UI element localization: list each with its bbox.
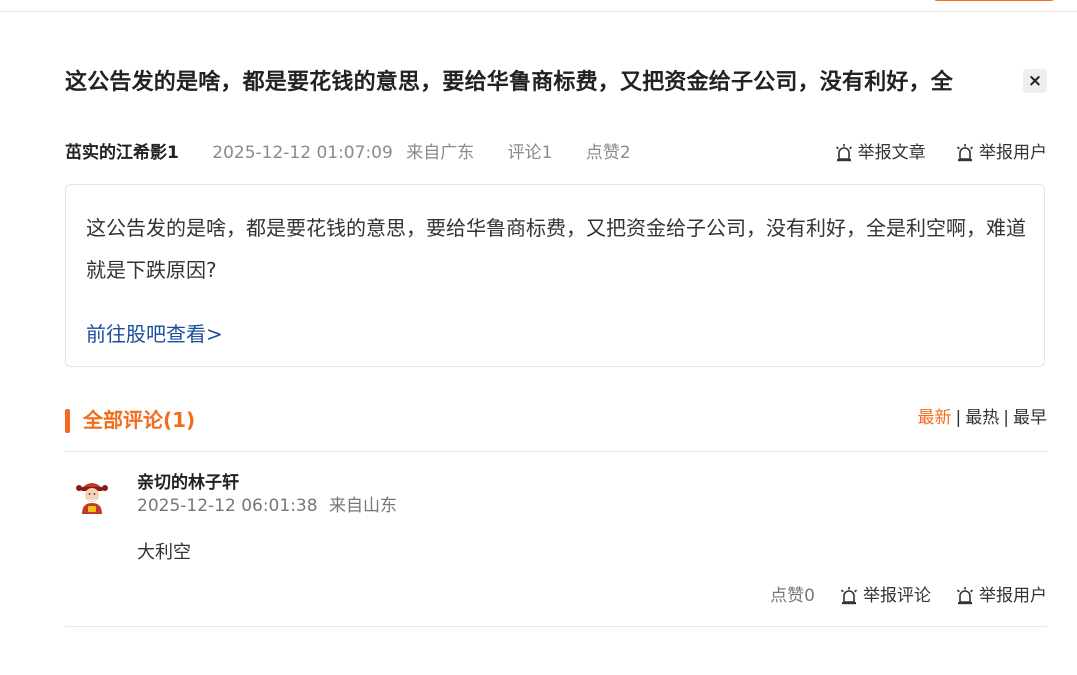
sort-hottest-tab[interactable]: 最热 [965, 408, 999, 428]
sort-separator: | [955, 408, 962, 428]
article-like-count[interactable]: 点赞2 [586, 143, 631, 163]
top-nav-bar [0, 0, 1077, 12]
article-body-card: 这公告发的是啥，都是要花钱的意思，要给华鲁商标费，又把资金给子公司，没有利好，全… [65, 184, 1045, 367]
article-location: 来自广东 [406, 143, 475, 163]
comment-time: 2025-12-12 06:01:38 [137, 496, 318, 516]
report-article-button[interactable]: 举报文章 [834, 141, 926, 165]
report-comment-user-button[interactable]: 举报用户 [955, 584, 1047, 608]
top-nav-button[interactable] [933, 0, 1055, 1]
report-comment-button[interactable]: 举报评论 [839, 584, 931, 608]
article-report-group: 举报文章 举报用户 [810, 141, 1047, 165]
goto-guba-link[interactable]: 前往股吧查看> [86, 319, 223, 349]
report-user-button[interactable]: 举报用户 [955, 141, 1047, 165]
comment-sort-tabs: 最新 | 最热 | 最早 [918, 405, 1047, 431]
divider [65, 626, 1047, 627]
comment-text: 大利空 [137, 542, 191, 563]
report-user-label: 举报用户 [979, 143, 1047, 163]
comment-meta: 2025-12-12 06:01:38 来自山东 [137, 494, 397, 518]
article-comment-count: 评论1 [507, 143, 553, 163]
article-time: 2025-12-12 01:07:09 [212, 143, 393, 163]
sort-newest-tab[interactable]: 最新 [918, 408, 952, 428]
comment-author[interactable]: 亲切的林子轩 [137, 471, 239, 495]
avatar[interactable] [72, 476, 112, 516]
close-button[interactable]: × [1023, 69, 1047, 93]
alarm-light-icon [840, 587, 858, 605]
article-title: 这公告发的是啥，都是要花钱的意思，要给华鲁商标费，又把资金给子公司，没有利好，全 [65, 70, 954, 95]
report-comment-user-label: 举报用户 [979, 586, 1047, 606]
report-comment-label: 举报评论 [863, 586, 931, 606]
article-body-text: 这公告发的是啥，都是要花钱的意思，要给华鲁商标费，又把资金给子公司，没有利好，全… [86, 216, 1026, 282]
article-meta: 茁实的江希影1 2025-12-12 01:07:09 来自广东 评论1 点赞2 [65, 141, 631, 165]
alarm-light-icon [956, 144, 974, 162]
article-author[interactable]: 茁实的江希影1 [65, 143, 179, 163]
divider [65, 451, 1047, 452]
alarm-light-icon [956, 587, 974, 605]
comment-location: 来自山东 [328, 496, 397, 516]
report-article-label: 举报文章 [857, 143, 926, 163]
alarm-light-icon [835, 144, 852, 162]
sort-separator: | [1003, 408, 1009, 428]
comment-actions: 点赞0 举报评论 举报用户 [770, 584, 1047, 608]
comments-section-title: 全部评论(1) [83, 408, 196, 432]
comments-section-header: 全部评论(1) 最新 | 最热 | 最早 [65, 405, 1047, 435]
section-accent-bar [65, 409, 70, 433]
sort-earliest-tab[interactable]: 最早 [1013, 408, 1047, 428]
comment-like-button[interactable]: 点赞0 [770, 584, 815, 608]
